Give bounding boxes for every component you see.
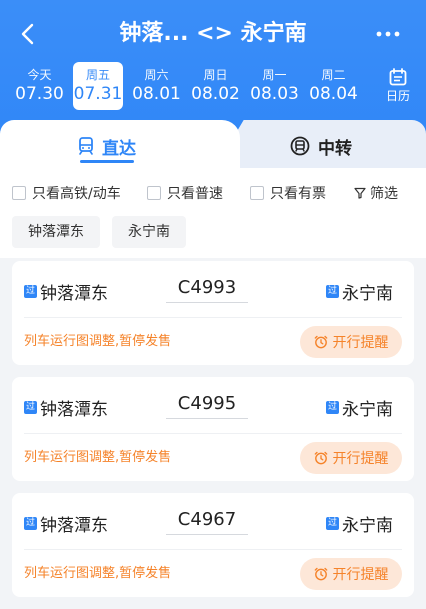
pass-badge: 过 <box>24 516 37 530</box>
more-button[interactable] <box>368 20 408 48</box>
checkbox[interactable] <box>250 186 264 200</box>
alarm-clock-icon <box>314 567 327 581</box>
filter-button-label: 筛选 <box>370 186 398 202</box>
filter-button[interactable]: 筛选 <box>354 183 398 203</box>
transfer-train-icon <box>290 136 310 156</box>
sale-notice: 列车运行图调整,暂停发售 <box>24 334 172 349</box>
route-type-tabs: 直达 中转 <box>0 120 426 170</box>
pass-badge: 过 <box>24 400 37 414</box>
checkbox[interactable] <box>147 186 161 200</box>
departure-station-name: 钟落潭东 <box>40 515 108 536</box>
sale-notice: 列车运行图调整,暂停发售 <box>24 450 172 465</box>
checkbox[interactable] <box>12 186 26 200</box>
pass-badge: 过 <box>24 284 37 298</box>
departure-station-name: 钟落潭东 <box>40 283 108 304</box>
pass-badge: 过 <box>326 516 339 530</box>
filter-label: 只看高铁/动车 <box>32 186 121 202</box>
station-chip-from[interactable]: 钟落潭东 <box>12 216 100 248</box>
departure-station: 过 钟落潭东 <box>24 395 108 420</box>
back-button[interactable] <box>12 18 42 50</box>
remind-label: 开行提醒 <box>332 567 389 583</box>
date-weekday: 周五 <box>85 68 110 82</box>
tab-direct[interactable]: 直达 <box>78 134 136 159</box>
train-number: C4995 <box>166 391 248 419</box>
arrival-station-name: 永宁南 <box>342 399 393 420</box>
alarm-clock-icon <box>314 451 327 465</box>
station-chip-to[interactable]: 永宁南 <box>112 216 186 248</box>
date-weekday: 今天 <box>27 68 52 82</box>
arrival-station: 过 永宁南 <box>326 395 393 420</box>
more-dots-icon <box>376 31 400 37</box>
date-item[interactable]: 周二 08.04 <box>304 62 363 110</box>
date-weekday: 周一 <box>262 68 287 82</box>
card-divider <box>24 549 402 550</box>
sale-notice: 列车运行图调整,暂停发售 <box>24 566 172 581</box>
arrival-station-name: 永宁南 <box>342 283 393 304</box>
remind-label: 开行提醒 <box>332 451 389 467</box>
train-icon <box>79 137 93 155</box>
date-weekday: 周二 <box>321 68 346 82</box>
filter-row: 只看高铁/动车 只看普速 只看有票 筛选 <box>12 182 414 204</box>
train-card[interactable]: 过 钟落潭东 C4995 过 永宁南 列车运行图调整,暂停发售 开行提醒 <box>12 377 414 481</box>
train-number: C4967 <box>166 507 248 535</box>
date-value: 08.03 <box>250 84 299 104</box>
filter-label: 只看有票 <box>270 186 326 202</box>
remind-button[interactable]: 开行提醒 <box>300 442 402 474</box>
calendar-icon <box>389 68 407 86</box>
top-bar: 钟落... <> 永宁南 <box>0 14 426 54</box>
remind-button[interactable]: 开行提醒 <box>300 326 402 358</box>
chevron-left-icon <box>21 23 34 45</box>
filter-label: 只看普速 <box>167 186 223 202</box>
remind-button[interactable]: 开行提醒 <box>300 558 402 590</box>
date-item-selected[interactable]: 周五 07.31 <box>73 62 123 110</box>
tab-transfer-label: 中转 <box>318 138 352 159</box>
card-divider <box>24 317 402 318</box>
arrival-station: 过 永宁南 <box>326 279 393 304</box>
date-value: 07.31 <box>73 84 123 104</box>
card-divider <box>24 433 402 434</box>
date-selector: 今天 07.30 周五 07.31 周六 08.01 周日 08.02 周一 0… <box>10 62 370 110</box>
date-weekday: 周六 <box>144 68 169 82</box>
filter-normal-speed[interactable]: 只看普速 <box>147 183 223 203</box>
date-value: 07.30 <box>15 84 64 104</box>
page-title: 钟落... <> 永宁南 <box>119 21 307 46</box>
date-value: 08.01 <box>132 84 181 104</box>
train-card[interactable]: 过 钟落潭东 C4993 过 永宁南 列车运行图调整,暂停发售 开行提醒 <box>12 261 414 365</box>
pass-badge: 过 <box>326 284 339 298</box>
date-item[interactable]: 周一 08.03 <box>245 62 304 110</box>
calendar-button[interactable]: 日历 <box>380 62 416 110</box>
calendar-label: 日历 <box>385 89 410 103</box>
date-value: 08.04 <box>309 84 358 104</box>
filter-funnel-icon <box>354 187 366 199</box>
date-weekday: 周日 <box>203 68 228 82</box>
departure-station-name: 钟落潭东 <box>40 399 108 420</box>
arrival-station-name: 永宁南 <box>342 515 393 536</box>
filter-high-speed[interactable]: 只看高铁/动车 <box>12 183 121 203</box>
alarm-clock-icon <box>314 335 327 349</box>
train-number: C4993 <box>166 275 248 303</box>
date-value: 08.02 <box>191 84 240 104</box>
date-item[interactable]: 今天 07.30 <box>10 62 69 110</box>
tab-transfer[interactable]: 中转 <box>290 134 352 159</box>
date-item[interactable]: 周日 08.02 <box>186 62 245 110</box>
date-item[interactable]: 周六 08.01 <box>127 62 186 110</box>
filter-available[interactable]: 只看有票 <box>250 183 326 203</box>
tab-active-indicator <box>80 160 134 163</box>
arrival-station: 过 永宁南 <box>326 511 393 536</box>
pass-badge: 过 <box>326 400 339 414</box>
filter-panel: 只看高铁/动车 只看普速 只看有票 筛选 钟落潭东 永宁南 <box>0 168 426 258</box>
station-chips: 钟落潭东 永宁南 <box>12 216 198 248</box>
tab-direct-label: 直达 <box>102 138 136 159</box>
departure-station: 过 钟落潭东 <box>24 279 108 304</box>
train-card[interactable]: 过 钟落潭东 C4967 过 永宁南 列车运行图调整,暂停发售 开行提醒 <box>12 493 414 597</box>
departure-station: 过 钟落潭东 <box>24 511 108 536</box>
remind-label: 开行提醒 <box>332 335 389 351</box>
